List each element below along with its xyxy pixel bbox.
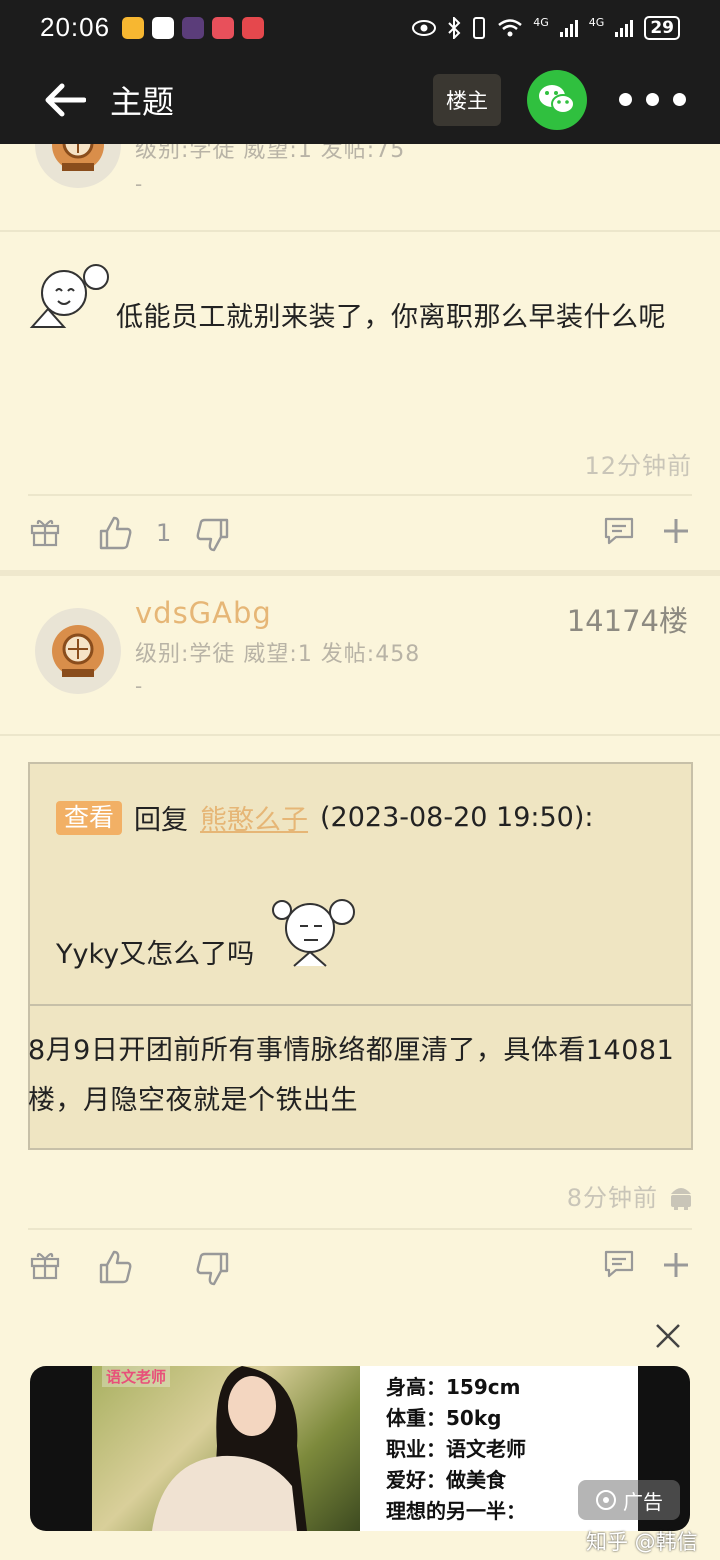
user-meta: 级别:学徒 威望:1 发帖:75 bbox=[135, 144, 406, 163]
status-indicators: 4G 4G 29 bbox=[411, 15, 680, 40]
plus-icon bbox=[664, 1253, 688, 1277]
add-button[interactable] bbox=[660, 1248, 692, 1282]
gift-icon bbox=[30, 1252, 60, 1280]
notification-icons bbox=[122, 16, 265, 39]
ad-line: 职业：语文老师 bbox=[386, 1437, 526, 1461]
comment-icon bbox=[604, 1250, 634, 1278]
book-app-icon bbox=[212, 16, 235, 39]
close-ad-button[interactable] bbox=[650, 1318, 686, 1354]
status-time: 20:06 bbox=[40, 12, 111, 42]
sticker-icon bbox=[272, 899, 355, 967]
gift-icon bbox=[30, 519, 60, 547]
user-signature: - bbox=[135, 172, 143, 196]
diving-helmet-icon bbox=[52, 144, 104, 171]
signal-icon bbox=[559, 19, 578, 37]
user-meta: 级别:学徒 威望:1 发帖:458 bbox=[135, 642, 421, 667]
eye-icon bbox=[412, 19, 437, 36]
gift-button[interactable] bbox=[28, 514, 62, 548]
thumbs-up-icon bbox=[99, 516, 132, 550]
title-bar: 主题 楼主 bbox=[0, 55, 720, 144]
ad-label: 广告 bbox=[578, 1480, 680, 1520]
ad-line: 体重：50kg bbox=[386, 1406, 502, 1430]
avatar[interactable] bbox=[35, 144, 121, 188]
comment-icon bbox=[604, 517, 634, 545]
quoted-text: Yyky又怎么了吗 bbox=[56, 939, 255, 970]
plus-icon bbox=[664, 519, 688, 543]
avatar-app-icon bbox=[182, 16, 205, 39]
thumbs-up-icon bbox=[99, 1250, 132, 1284]
comment-button[interactable] bbox=[602, 514, 636, 548]
like-count: 1 bbox=[156, 519, 173, 547]
bluetooth-icon bbox=[448, 16, 461, 39]
wechat-icon bbox=[539, 84, 575, 114]
post-text: 低能员工就别来装了，你离职那么早装什么呢 bbox=[116, 302, 666, 333]
floor-number: 14174楼 bbox=[566, 604, 688, 638]
post-text: 8月9日开团前所有事情脉络都厘清了，具体看14081楼，月隐空夜就是个铁出生 bbox=[28, 1035, 675, 1116]
post-time: 12分钟前 bbox=[584, 452, 692, 480]
reply-label: 回复 bbox=[134, 805, 189, 836]
person-photo-icon bbox=[152, 1366, 307, 1531]
author-only-button[interactable]: 楼主 bbox=[433, 73, 501, 126]
quoted-reply: 查看 回复 熊憨么子 (2023-08-20 19:50): Yyky又怎么了吗 bbox=[28, 762, 693, 1006]
dislike-button[interactable] bbox=[194, 516, 232, 554]
like-button[interactable] bbox=[96, 514, 134, 552]
red-app-icon bbox=[242, 16, 265, 39]
watermark: 知乎 @韩信 bbox=[586, 1530, 698, 1554]
close-icon bbox=[656, 1324, 680, 1348]
post-card: 级别:学徒 威望:1 发帖:75 - 低能员工就别来装了，你离职那么早装什么呢 … bbox=[0, 144, 720, 574]
arrow-left-icon bbox=[45, 83, 86, 116]
signal-label-1: 4G bbox=[533, 15, 549, 29]
thumbs-down-icon bbox=[196, 1252, 229, 1286]
thumbs-down-icon bbox=[196, 518, 229, 552]
view-tag-button[interactable]: 查看 bbox=[56, 800, 123, 835]
android-icon bbox=[671, 1187, 691, 1210]
dislike-button[interactable] bbox=[194, 1250, 232, 1288]
more-menu-button[interactable] bbox=[619, 93, 686, 106]
like-button[interactable] bbox=[96, 1248, 134, 1286]
diving-helmet-icon bbox=[52, 625, 104, 677]
ad-target-icon bbox=[596, 1490, 616, 1510]
battery-icon: 29 bbox=[644, 15, 680, 40]
status-bar: 20:06 4G 4G 29 bbox=[0, 0, 720, 55]
reply-user-link[interactable]: 熊憨么子 bbox=[200, 798, 308, 837]
wechat-share-button[interactable] bbox=[527, 69, 587, 130]
username[interactable]: vdsGAbg bbox=[135, 596, 272, 630]
reply-date: (2023-08-20 19:50): bbox=[320, 802, 594, 833]
avatar[interactable] bbox=[35, 608, 121, 694]
page-title: 主题 bbox=[110, 82, 175, 121]
add-button[interactable] bbox=[660, 514, 692, 548]
thread-content[interactable]: 级别:学徒 威望:1 发帖:75 - 低能员工就别来装了，你离职那么早装什么呢 … bbox=[0, 144, 720, 1560]
vibrate-icon bbox=[473, 16, 486, 39]
ad-image: 语文老师 bbox=[92, 1366, 360, 1531]
signal-label-2: 4G bbox=[588, 15, 605, 29]
signal-icon bbox=[615, 19, 634, 37]
weibo-app-icon bbox=[122, 16, 145, 39]
ad-line: 身高：159cm bbox=[386, 1375, 521, 1399]
post-time: 8分钟前 bbox=[566, 1184, 658, 1212]
back-button[interactable] bbox=[0, 55, 110, 144]
user-signature: - bbox=[135, 674, 143, 698]
comment-button[interactable] bbox=[602, 1247, 636, 1281]
ad-banner: 语文老师 身高：159cm 体重：50kg 职业：语文老师 爱好：做美食 理想的… bbox=[0, 1304, 720, 1560]
wifi-icon bbox=[498, 18, 523, 36]
gift-button[interactable] bbox=[28, 1247, 62, 1281]
app-icon bbox=[152, 16, 175, 39]
ad-card[interactable]: 语文老师 身高：159cm 体重：50kg 职业：语文老师 爱好：做美食 理想的… bbox=[30, 1366, 690, 1531]
